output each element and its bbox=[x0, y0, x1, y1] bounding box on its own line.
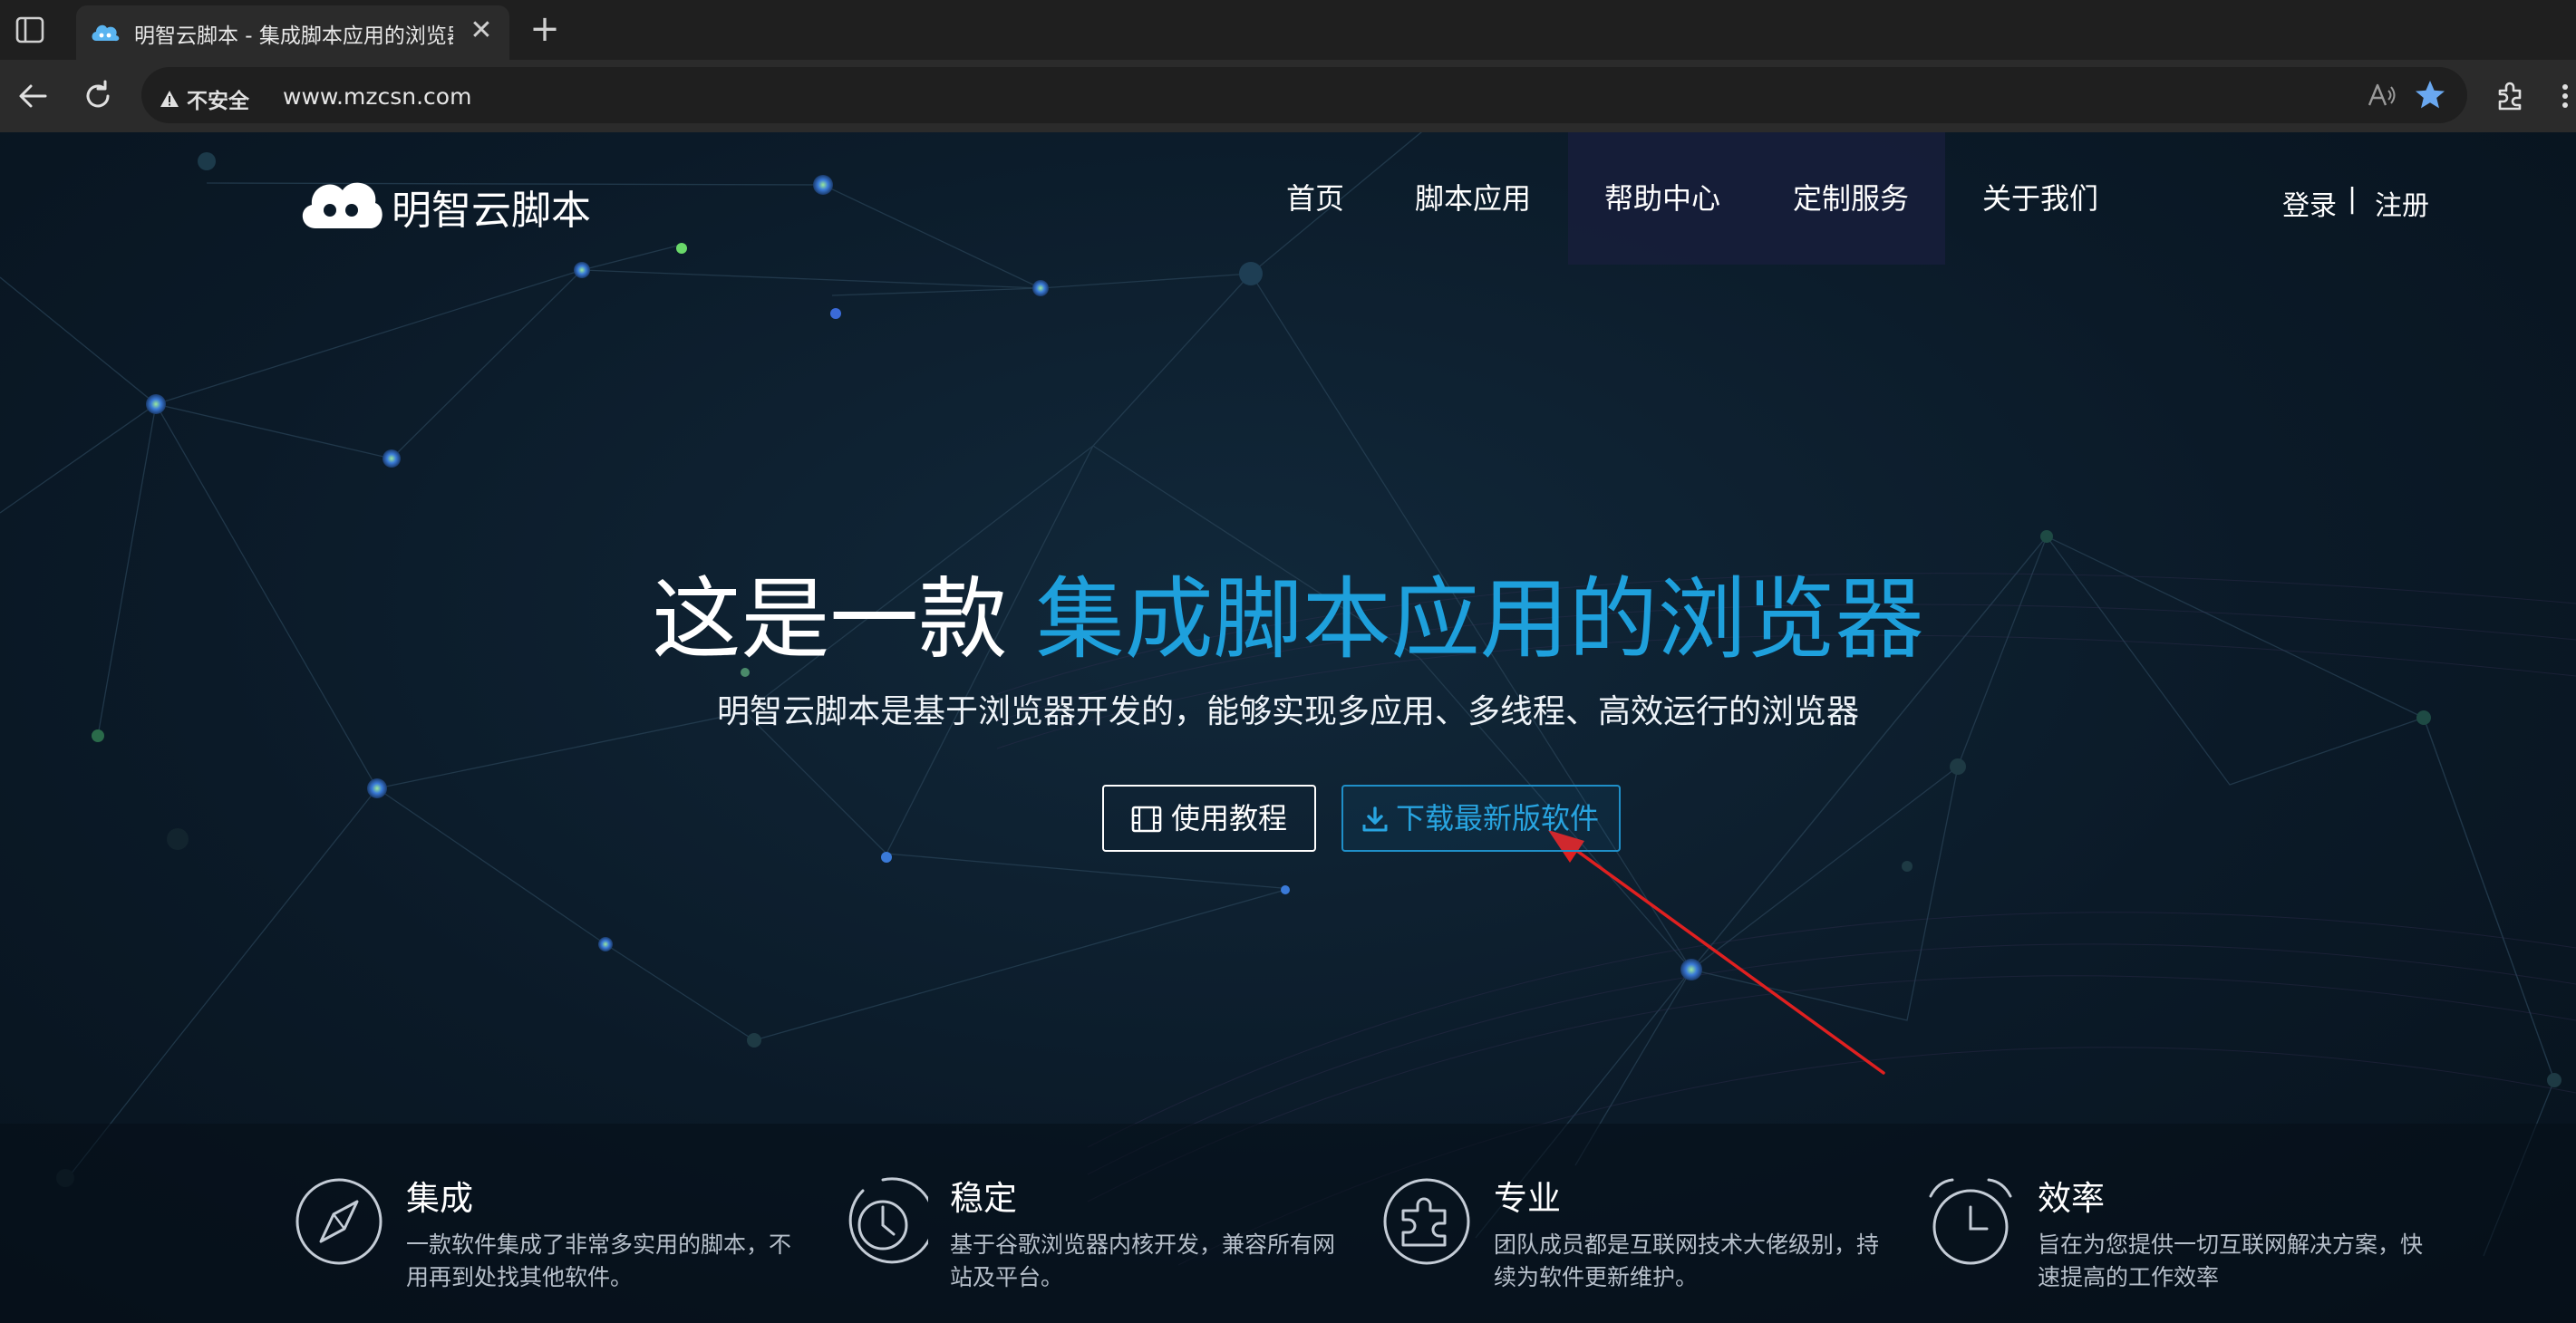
favorite-star-icon[interactable] bbox=[2413, 78, 2447, 112]
sidebar-toggle-icon[interactable] bbox=[15, 14, 45, 45]
feature-integration: 集成 一款软件集成了非常多实用的脚本，不用再到处找其他软件。 bbox=[294, 1124, 801, 1323]
hero-title-highlight: 集成脚本应用的浏览器 bbox=[1035, 568, 1924, 671]
puzzle-piece-icon bbox=[1383, 1178, 1470, 1265]
cloud-logo-icon[interactable] bbox=[295, 163, 386, 236]
register-link[interactable]: 注册 bbox=[2375, 183, 2429, 223]
nav-help-center[interactable]: 帮助中心 bbox=[1568, 132, 1757, 265]
tab-title: 明智云脚本 - 集成脚本应用的浏览器 bbox=[134, 24, 453, 48]
nav-about-us[interactable]: 关于我们 bbox=[1969, 132, 2112, 265]
download-icon bbox=[1362, 806, 1388, 832]
warning-icon bbox=[160, 91, 179, 107]
download-button-label: 下载最新版软件 bbox=[1396, 801, 1600, 835]
gauge-icon bbox=[848, 1177, 928, 1264]
new-tab-button[interactable]: + bbox=[524, 9, 566, 51]
film-icon bbox=[1131, 806, 1162, 833]
hero-title-white: 这是一款 bbox=[652, 568, 1008, 671]
feature-desc: 基于谷歌浏览器内核开发，兼容所有网站及平台。 bbox=[950, 1231, 1336, 1290]
browser-toolbar: 不安全 www.mzcsn.com bbox=[0, 60, 2576, 132]
nav-home[interactable]: 首页 bbox=[1267, 132, 1363, 265]
annotation-arrow bbox=[1548, 830, 1885, 1075]
read-aloud-icon[interactable] bbox=[2364, 78, 2398, 112]
download-button[interactable]: 下载最新版软件 bbox=[1341, 785, 1621, 852]
alarm-clock-icon bbox=[1929, 1178, 2012, 1265]
feature-desc: 旨在为您提供一切互联网解决方案，快速提高的工作效率 bbox=[2038, 1231, 2424, 1290]
logo-text[interactable]: 明智云脚本 bbox=[392, 178, 591, 236]
compass-icon bbox=[295, 1178, 383, 1265]
reload-icon[interactable] bbox=[80, 78, 116, 114]
back-arrow-icon[interactable] bbox=[15, 78, 51, 114]
auth-separator: | bbox=[2348, 183, 2358, 215]
security-label: 不安全 bbox=[187, 90, 249, 113]
feature-professional: 专业 团队成员都是互联网技术大佬级别，持续为软件更新维护。 bbox=[1381, 1124, 1889, 1323]
tutorial-button[interactable]: 使用教程 bbox=[1102, 785, 1316, 852]
hero-subtitle: 明智云脚本是基于浏览器开发的，能够实现多应用、多线程、高效运行的浏览器 bbox=[716, 693, 1859, 730]
security-indicator[interactable]: 不安全 bbox=[160, 83, 249, 114]
feature-desc: 一款软件集成了非常多实用的脚本，不用再到处找其他软件。 bbox=[406, 1231, 792, 1290]
web-page: 明智云脚本 首页 脚本应用 帮助中心 定制服务 关于我们 登录 | 注册 这是一… bbox=[0, 132, 2576, 1323]
feature-efficiency: 效率 旨在为您提供一切互联网解决方案，快速提高的工作效率 bbox=[1925, 1124, 2433, 1323]
feature-title: 效率 bbox=[2038, 1179, 2105, 1218]
extensions-puzzle-icon[interactable] bbox=[2493, 78, 2529, 114]
browser-tab[interactable]: 明智云脚本 - 集成脚本应用的浏览器 ✕ bbox=[76, 5, 509, 60]
url-text[interactable]: www.mzcsn.com bbox=[283, 83, 471, 110]
feature-title: 集成 bbox=[406, 1179, 473, 1218]
tab-close-button[interactable]: ✕ bbox=[466, 13, 497, 49]
address-bar[interactable]: 不安全 www.mzcsn.com bbox=[141, 67, 2467, 123]
login-link[interactable]: 登录 bbox=[2282, 183, 2337, 223]
nav-custom-service[interactable]: 定制服务 bbox=[1757, 132, 1945, 265]
features-section: 集成 一款软件集成了非常多实用的脚本，不用再到处找其他软件。 稳定 基于谷歌浏览… bbox=[0, 1124, 2576, 1323]
hero-title: 这是一款 集成脚本应用的浏览器 bbox=[0, 547, 2576, 676]
browser-tab-bar: 明智云脚本 - 集成脚本应用的浏览器 ✕ + bbox=[0, 0, 2576, 60]
nav-script-apps[interactable]: 脚本应用 bbox=[1401, 132, 1545, 265]
site-header: 明智云脚本 首页 脚本应用 帮助中心 定制服务 关于我们 登录 | 注册 bbox=[0, 132, 2576, 265]
tutorial-button-label: 使用教程 bbox=[1171, 801, 1288, 835]
feature-title: 稳定 bbox=[950, 1179, 1017, 1218]
feature-desc: 团队成员都是互联网技术大佬级别，持续为软件更新维护。 bbox=[1494, 1231, 1880, 1290]
site-favicon-icon bbox=[92, 24, 120, 42]
feature-stability: 稳定 基于谷歌浏览器内核开发，兼容所有网站及平台。 bbox=[838, 1124, 1345, 1323]
feature-title: 专业 bbox=[1494, 1179, 1561, 1218]
more-menu-icon[interactable] bbox=[2554, 78, 2576, 114]
